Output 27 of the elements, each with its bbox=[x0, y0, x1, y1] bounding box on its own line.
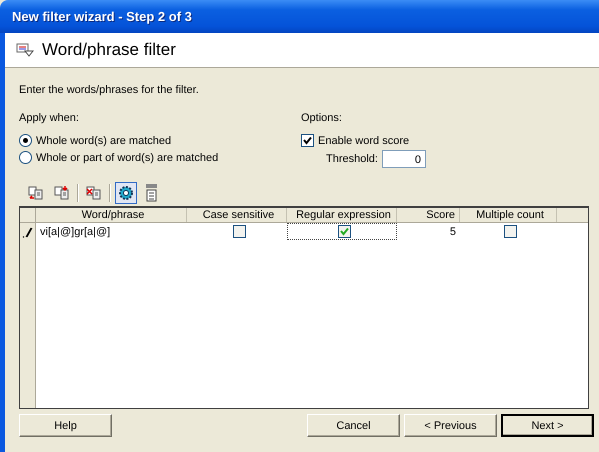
help-button[interactable]: Help bbox=[19, 414, 112, 437]
column-header[interactable]: Multiple count bbox=[460, 208, 557, 222]
column-header[interactable]: Word/phrase bbox=[36, 208, 187, 222]
table-cell-text: 5 bbox=[448, 224, 457, 240]
apply-when-label: Apply when: bbox=[19, 112, 80, 124]
multiple-count-checkbox[interactable] bbox=[504, 225, 517, 238]
check-icon bbox=[303, 136, 312, 145]
column-header[interactable]: Score bbox=[397, 208, 460, 222]
threshold-field[interactable]: 0 bbox=[382, 150, 426, 168]
word-score-checkbox[interactable]: Enable word score bbox=[301, 132, 410, 149]
options-label: Options: bbox=[301, 112, 343, 124]
radio-option[interactable]: Whole or part of word(s) are matched bbox=[19, 149, 218, 166]
gear-icon[interactable] bbox=[115, 182, 137, 204]
column-header[interactable]: Regular expression bbox=[287, 208, 397, 222]
case-sensitive-checkbox[interactable] bbox=[232, 225, 246, 238]
cancel-button[interactable]: Cancel bbox=[307, 414, 400, 437]
table-cell-text: vi[a|@]gr[a|@] bbox=[39, 224, 112, 240]
filter-icon bbox=[16, 43, 34, 57]
regular-expression-checkbox[interactable] bbox=[338, 225, 350, 238]
instruction-text: Enter the words/phrases for the filter. bbox=[19, 84, 200, 96]
previous-button[interactable]: < Previous bbox=[404, 414, 497, 437]
window-title: New filter wizard - Step 2 of 3 bbox=[12, 9, 192, 24]
page-title: Word/phrase filter bbox=[42, 40, 176, 60]
threshold-label: Threshold: bbox=[326, 153, 378, 165]
column-header[interactable]: Case sensitive bbox=[187, 208, 287, 222]
radio-option[interactable]: Whole word(s) are matched bbox=[19, 132, 172, 149]
next-button[interactable]: Next > bbox=[501, 414, 594, 437]
